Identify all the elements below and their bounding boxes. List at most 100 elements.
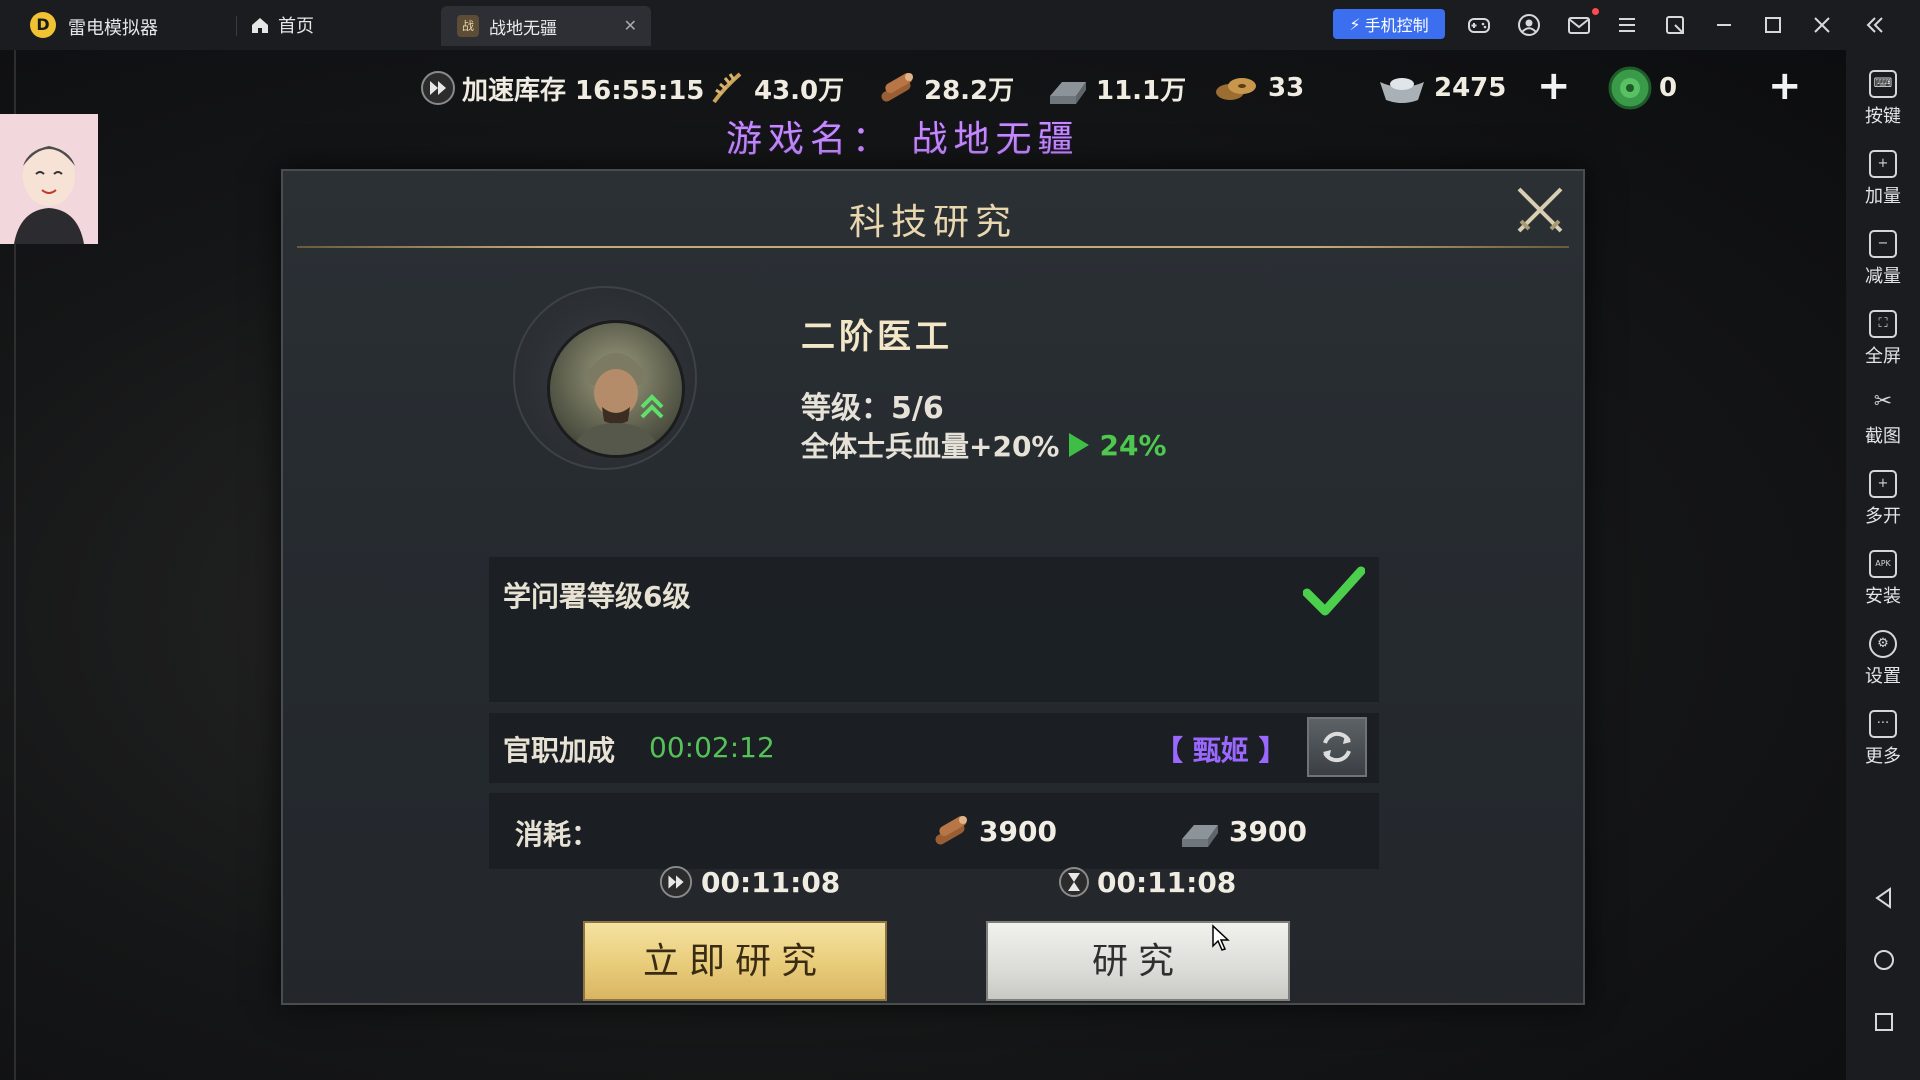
silver-amount: 2475: [1434, 73, 1507, 103]
close-window-icon[interactable]: [1809, 12, 1835, 38]
android-back-icon[interactable]: [1872, 886, 1896, 910]
instant-research-time: 00:11:08: [659, 865, 840, 899]
tech-name: 二阶医工: [801, 317, 953, 357]
tech-level: 等级：5/6: [801, 391, 944, 426]
sidebar-item-label: 更多: [1865, 746, 1901, 767]
tech-effect: 全体士兵血量+20% 24%: [801, 425, 1167, 465]
home-icon: [252, 18, 268, 33]
settings-icon: ⚙: [1869, 630, 1897, 658]
normal-time-value: 00:11:08: [1097, 865, 1237, 899]
lightning-icon: ⚡: [1349, 14, 1361, 34]
grain-icon: [712, 72, 742, 104]
sidebar-item-install-apk[interactable]: APK 安装: [1846, 550, 1920, 608]
sidebar-item-multi-instance[interactable]: + 多开: [1846, 470, 1920, 528]
sidebar-item-screenshot[interactable]: ✂ 截图: [1846, 390, 1920, 448]
game-app-icon: 战: [457, 15, 479, 37]
keyboard-icon: ⌨: [1869, 70, 1897, 98]
volume-up-icon: +: [1869, 150, 1897, 178]
collapse-sidebar-icon[interactable]: [1862, 12, 1888, 38]
jade-amount: 0: [1659, 73, 1678, 103]
cost-iron-amount: 3900: [1229, 814, 1307, 848]
sidebar-item-label: 多开: [1865, 506, 1901, 527]
tab-divider: [236, 16, 237, 36]
normal-research-time: 00:11:08: [1059, 865, 1236, 899]
silver-ingot-icon: [1380, 78, 1424, 103]
sidebar-item-label: 减量: [1865, 266, 1901, 287]
jade-coin-icon: [1608, 66, 1652, 110]
sidebar-item-label: 设置: [1865, 666, 1901, 687]
mail-notification-dot: [1592, 8, 1599, 15]
sidebar-item-more[interactable]: ··· 更多: [1846, 710, 1920, 768]
wood-amount: 28.2万: [924, 75, 1015, 106]
official-name[interactable]: 【 甄姬 】: [1155, 729, 1287, 769]
official-bonus-time: 00:02:12: [649, 731, 775, 764]
checkmark-icon: [1303, 566, 1365, 616]
menu-icon[interactable]: [1614, 12, 1640, 38]
add-silver-button[interactable]: +: [1537, 66, 1571, 106]
instant-research-button[interactable]: 立即研究: [583, 921, 887, 1001]
phone-control-button[interactable]: ⚡ 手机控制: [1333, 9, 1445, 39]
tab-game[interactable]: 战 战地无疆 ✕: [441, 6, 651, 46]
tech-research-dialog: 科技研究 二阶医工 等级：5/6 全体士兵血量+20% 24% 学问署等级6级 …: [281, 169, 1585, 1005]
sidebar-item-keymap[interactable]: ⌨ 按键: [1846, 70, 1920, 128]
game-name-caption: 游戏名： 战地无疆: [726, 119, 1080, 160]
fast-forward-icon: [421, 71, 455, 105]
speedup-stock[interactable]: 加速库存 16:55:15: [420, 68, 704, 108]
cost-label: 消耗：: [515, 818, 600, 851]
sidebar-item-fullscreen[interactable]: ⛶ 全屏: [1846, 310, 1920, 368]
coin-amount: 33: [1268, 73, 1305, 103]
upgrade-arrow-icon: [1069, 433, 1090, 457]
minimize-icon[interactable]: [1711, 12, 1737, 38]
tab-close-icon[interactable]: ✕: [624, 16, 637, 35]
doctor-general-portrait-icon: [570, 353, 664, 455]
streamer-avatar: [0, 114, 98, 244]
official-bonus-label: 官职加成: [503, 734, 616, 767]
iron-ingot-icon: [1050, 82, 1086, 104]
research-button[interactable]: 研究: [986, 921, 1290, 1001]
cost-iron: 3900: [1177, 811, 1307, 851]
sidebar-item-volume-down[interactable]: − 减量: [1846, 230, 1920, 288]
emulator-sidebar: ⌨ 按键 + 加量 − 减量 ⛶ 全屏 ✂ 截图 + 多开 APK 安装 ⚙ 设…: [1846, 50, 1920, 1080]
resource-jade[interactable]: 0: [1607, 66, 1678, 110]
tab-home[interactable]: 首页: [250, 8, 314, 42]
speedup-stock-label: 加速库存 16:55:15: [462, 75, 705, 106]
resource-food[interactable]: 43.0万: [708, 68, 844, 108]
tab-game-label: 战地无疆: [489, 18, 557, 39]
sidebar-item-settings[interactable]: ⚙ 设置: [1846, 630, 1920, 688]
gamepad-icon[interactable]: [1466, 12, 1492, 38]
resource-iron[interactable]: 11.1万: [1046, 68, 1186, 108]
user-account-icon[interactable]: [1516, 12, 1542, 38]
mail-icon[interactable]: [1566, 12, 1592, 38]
crossed-swords-close-icon: [1517, 187, 1563, 233]
official-bonus-panel: 官职加成 00:02:12 【 甄姬 】: [489, 713, 1379, 783]
instant-time-value: 00:11:08: [701, 865, 841, 899]
wood-logs-icon: [935, 816, 967, 845]
sidebar-item-volume-up[interactable]: + 加量: [1846, 150, 1920, 208]
requirement-panel: 学问署等级6级: [489, 557, 1379, 702]
maximize-icon[interactable]: [1760, 12, 1786, 38]
iron-ingot-icon: [1182, 825, 1218, 847]
scissors-icon: ✂: [1873, 389, 1893, 414]
emulator-logo-icon: D: [30, 12, 56, 38]
food-amount: 43.0万: [754, 75, 845, 106]
add-jade-button[interactable]: +: [1768, 66, 1802, 106]
game-viewport[interactable]: 加速库存 16:55:15 43.0万 28.2万 11.1万 33 2475 …: [0, 50, 1846, 1080]
close-dialog-button[interactable]: [1511, 181, 1569, 239]
refresh-official-button[interactable]: [1307, 717, 1367, 777]
fast-forward-icon: [659, 865, 693, 899]
apk-install-icon: APK: [1869, 550, 1897, 578]
resource-coin[interactable]: 33: [1212, 68, 1304, 108]
emulator-titlebar: D 雷电模拟器 首页 战 战地无疆 ✕ ⚡ 手机控制: [0, 0, 1920, 50]
android-home-icon[interactable]: [1872, 948, 1896, 972]
resource-wood[interactable]: 28.2万: [876, 68, 1014, 108]
phone-control-label: 手机控制: [1364, 16, 1429, 35]
copper-coins-icon: [1216, 78, 1256, 100]
emulator-title: 雷电模拟器: [68, 18, 158, 39]
title-divider: [297, 246, 1569, 248]
tab-home-label: 首页: [278, 16, 314, 37]
sidebar-item-label: 加量: [1865, 186, 1901, 207]
resource-silver[interactable]: 2475: [1376, 68, 1506, 108]
android-recents-icon[interactable]: [1872, 1010, 1896, 1034]
popout-window-icon[interactable]: [1662, 12, 1688, 38]
tech-portrait: [547, 320, 685, 458]
